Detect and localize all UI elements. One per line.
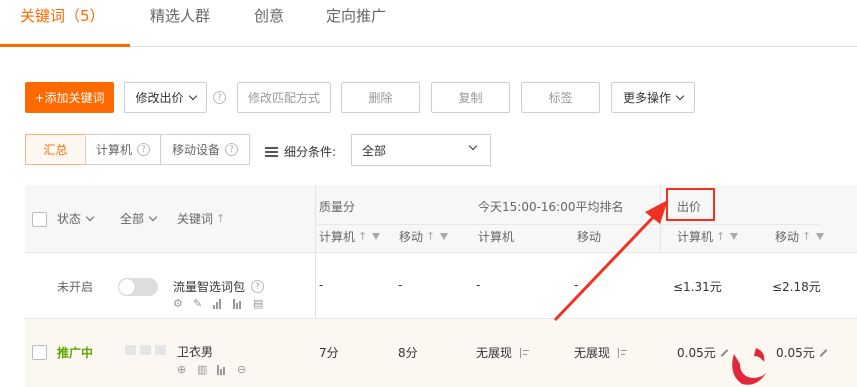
watermark-logo	[732, 348, 768, 385]
annotation-arrow	[553, 200, 668, 322]
